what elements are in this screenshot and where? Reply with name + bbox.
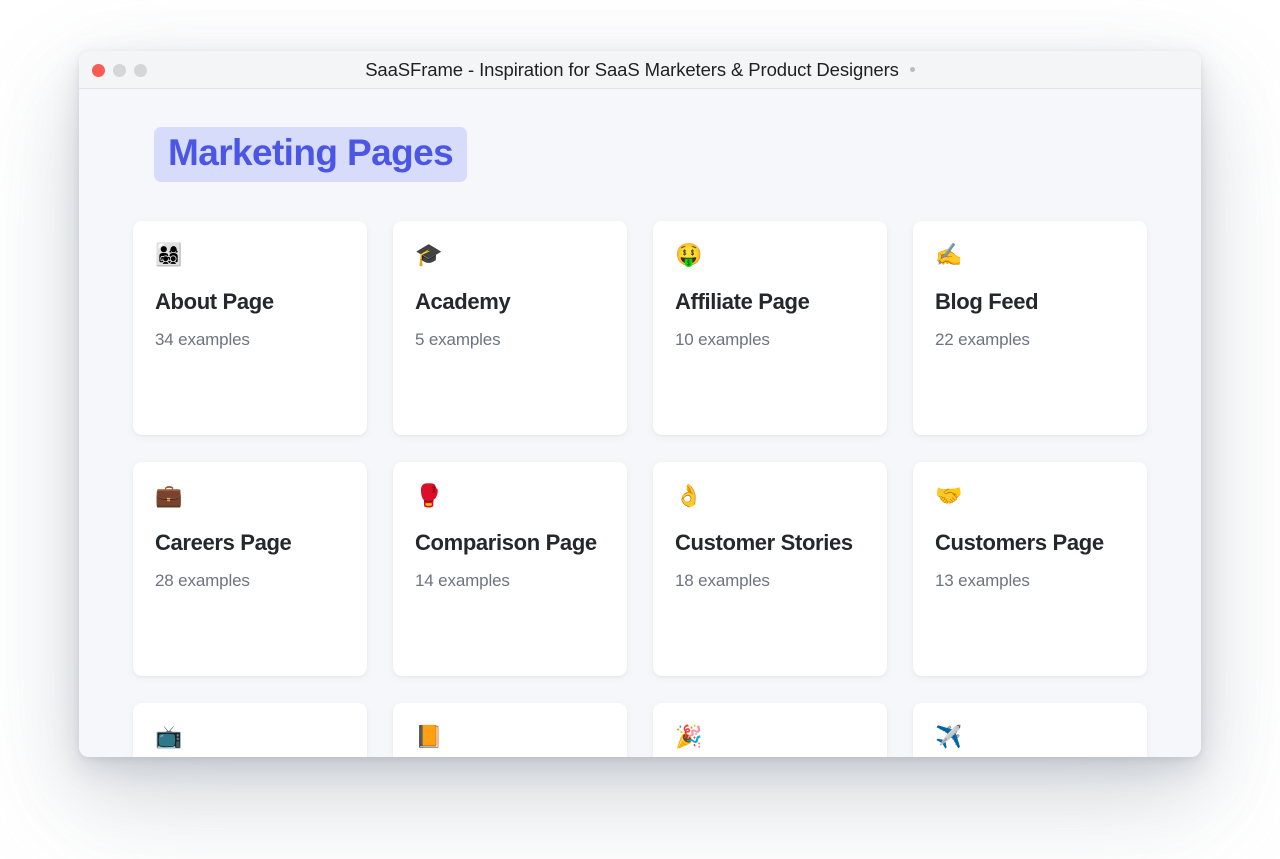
- party-popper-emoji: 🎉: [675, 724, 703, 750]
- window-title-wrap: SaaSFrame - Inspiration for SaaS Markete…: [79, 59, 1201, 81]
- writing-hand-emoji: ✍️: [935, 242, 963, 268]
- category-card[interactable]: 💼 Careers Page 28 examples: [133, 461, 367, 676]
- window-controls: [92, 51, 147, 89]
- category-card-count: 14 examples: [415, 570, 510, 590]
- category-card[interactable]: 👨‍👩‍👧‍👦 About Page 34 examples: [133, 220, 367, 435]
- close-window-button[interactable]: [92, 63, 105, 77]
- category-card-title: Careers Page: [155, 529, 292, 555]
- category-card[interactable]: 👌 Customer Stories 18 examples: [653, 461, 887, 676]
- category-card-count: 34 examples: [155, 329, 250, 349]
- category-card-title: Customer Stories: [675, 529, 853, 555]
- modified-indicator-dot: [909, 67, 915, 72]
- category-card[interactable]: 🎉: [653, 702, 887, 757]
- category-card-count: 22 examples: [935, 329, 1030, 349]
- page-title: Marketing Pages: [154, 127, 468, 182]
- handshake-emoji: 🤝: [935, 483, 963, 509]
- category-card-count: 5 examples: [415, 329, 501, 349]
- category-card[interactable]: 🎓 Academy 5 examples: [393, 220, 627, 435]
- window-title: SaaSFrame - Inspiration for SaaS Markete…: [365, 58, 899, 80]
- boxing-glove-emoji: 🥊: [415, 483, 443, 509]
- airplane-emoji: ✈️: [935, 724, 963, 750]
- desktop-background: SaaSFrame - Inspiration for SaaS Markete…: [0, 0, 1280, 859]
- category-card-count: 18 examples: [675, 570, 770, 590]
- page-viewport[interactable]: Marketing Pages 👨‍👩‍👧‍👦 About Page 34 exam…: [79, 89, 1201, 757]
- category-card-grid: 👨‍👩‍👧‍👦 About Page 34 examples 🎓 Academy 5 ex…: [133, 220, 1147, 757]
- category-card[interactable]: ✈️: [913, 702, 1147, 757]
- minimize-window-button[interactable]: [113, 63, 126, 77]
- category-card[interactable]: ✍️ Blog Feed 22 examples: [913, 220, 1147, 435]
- category-card-count: 10 examples: [675, 329, 770, 349]
- graduation-cap-emoji: 🎓: [415, 242, 443, 268]
- category-card[interactable]: 📙: [393, 702, 627, 757]
- window-titlebar: SaaSFrame - Inspiration for SaaS Markete…: [79, 51, 1201, 89]
- category-card[interactable]: 🤑 Affiliate Page 10 examples: [653, 220, 887, 435]
- ok-hand-emoji: 👌: [675, 483, 703, 509]
- television-emoji: 📺: [155, 724, 183, 750]
- category-card-title: Affiliate Page: [675, 288, 810, 314]
- briefcase-emoji: 💼: [155, 483, 183, 509]
- browser-window: SaaSFrame - Inspiration for SaaS Markete…: [79, 51, 1201, 757]
- money-mouth-face-emoji: 🤑: [675, 242, 703, 268]
- category-card-title: Academy: [415, 288, 511, 314]
- orange-book-emoji: 📙: [415, 724, 443, 750]
- category-card-count: 28 examples: [155, 570, 250, 590]
- page-content: Marketing Pages 👨‍👩‍👧‍👦 About Page 34 exam…: [79, 89, 1201, 757]
- maximize-window-button[interactable]: [134, 63, 147, 77]
- category-card[interactable]: 🥊 Comparison Page 14 examples: [393, 461, 627, 676]
- category-card-title: About Page: [155, 288, 274, 314]
- category-card-title: Comparison Page: [415, 529, 597, 555]
- category-card[interactable]: 🤝 Customers Page 13 examples: [913, 461, 1147, 676]
- category-card-title: Customers Page: [935, 529, 1104, 555]
- category-card-count: 13 examples: [935, 570, 1030, 590]
- category-card-title: Blog Feed: [935, 288, 1039, 314]
- family-emoji: 👨‍👩‍👧‍👦: [155, 242, 183, 268]
- category-card[interactable]: 📺: [133, 702, 367, 757]
